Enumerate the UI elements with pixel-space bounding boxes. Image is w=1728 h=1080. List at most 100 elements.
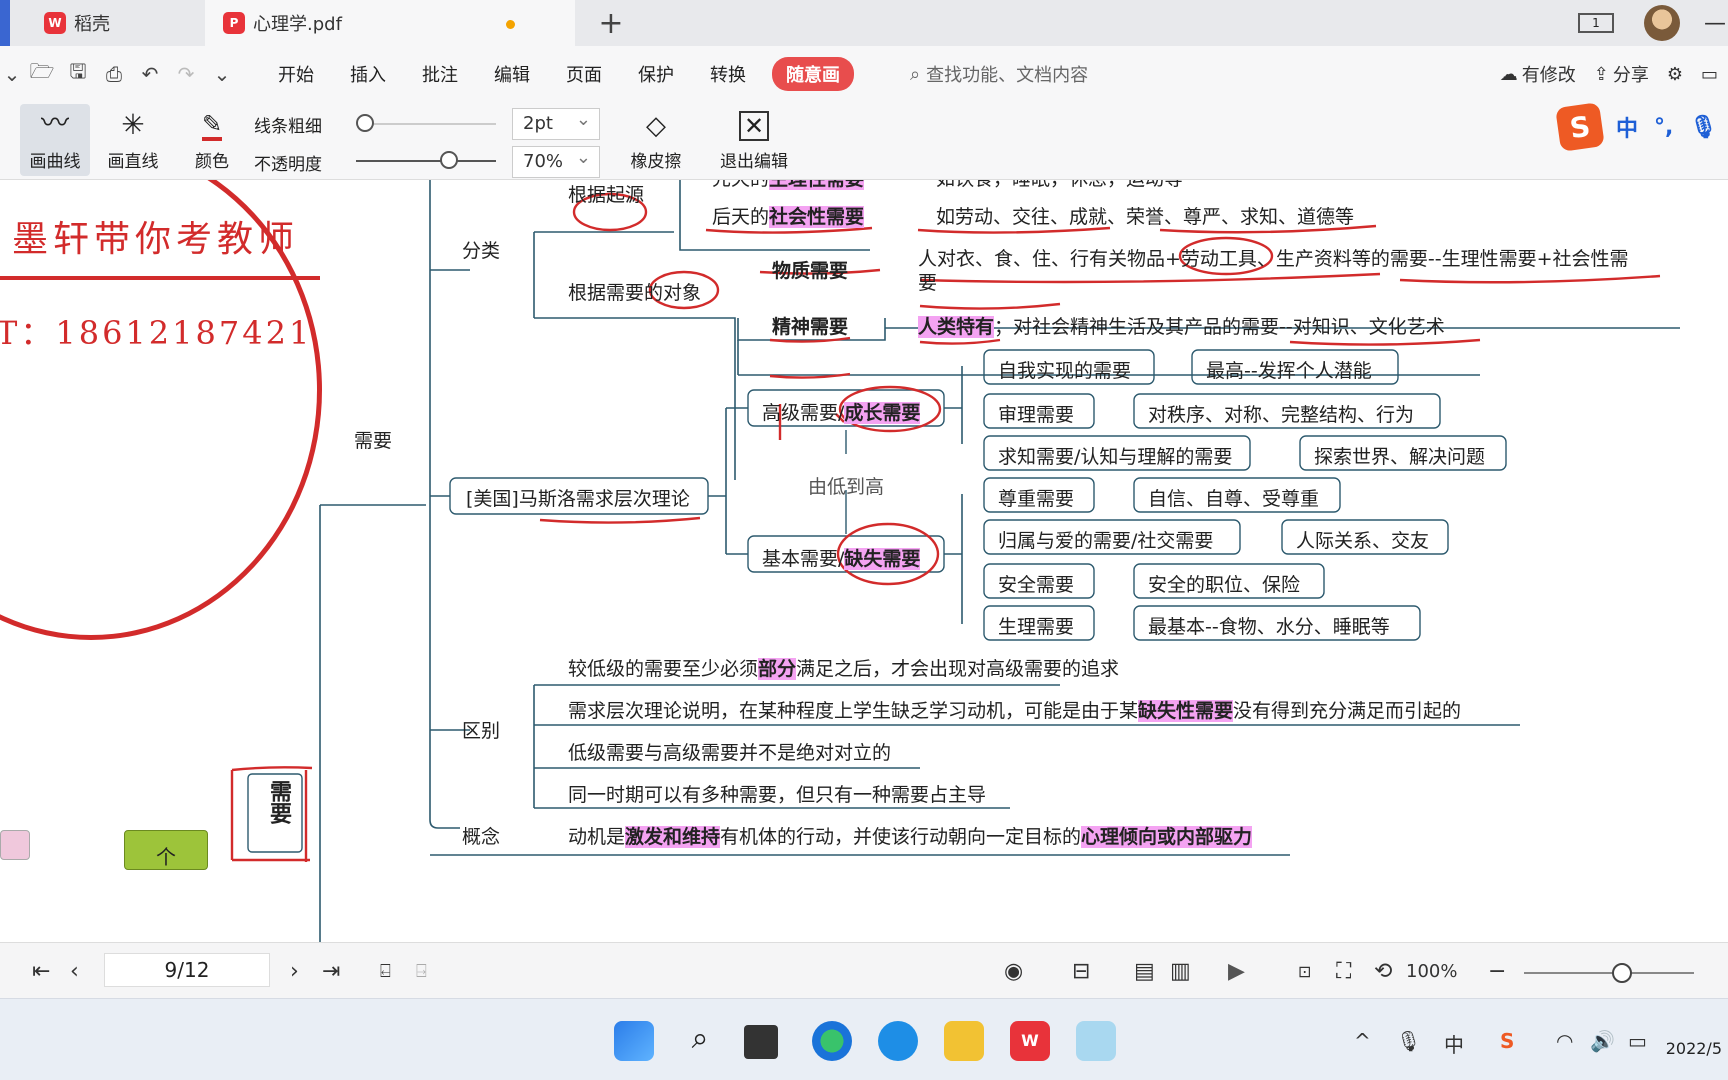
windows-start-icon[interactable] [614, 1021, 654, 1061]
more-chevron-icon[interactable]: ⌄ [204, 62, 240, 86]
open-folder-icon[interactable]: 🗁 [24, 57, 60, 91]
line-width-slider[interactable] [356, 123, 496, 125]
settings-icon[interactable]: ⚙ [1667, 64, 1683, 85]
modified-status[interactable]: 有修改 [1522, 61, 1576, 87]
curve-icon: 〰 [40, 106, 69, 139]
eraser-button[interactable]: ◇ 橡皮擦 [614, 104, 698, 176]
spiritual-node: 精神需要 [772, 316, 849, 338]
page-indicator[interactable]: 1 [1578, 13, 1614, 33]
by-origin-node: 根据起源 [568, 184, 645, 206]
prev-page-icon[interactable]: ‹ [70, 943, 79, 999]
ime-bar[interactable]: S 中 °, 🎙 [1555, 102, 1728, 152]
menu-protect[interactable]: 保护 [638, 61, 674, 87]
single-page-icon[interactable]: ▤ [1134, 943, 1155, 999]
last-page-icon[interactable]: ⇥ [322, 943, 340, 999]
fit-page-icon[interactable]: ⛶ [1336, 943, 1351, 999]
volume-icon[interactable]: 🔊 [1590, 1029, 1615, 1053]
pink-node [0, 830, 30, 860]
eraser-label: 橡皮擦 [630, 152, 682, 172]
menu-insert[interactable]: 插入 [350, 61, 386, 87]
search-box[interactable]: ⌕ 查找功能、文档内容 [910, 61, 1088, 87]
redo-icon[interactable]: ↷ [168, 62, 204, 86]
sogou-icon: S [1555, 102, 1605, 152]
first-page-icon[interactable]: ⇤ [32, 943, 50, 999]
punctuation-icon[interactable]: °, [1654, 115, 1673, 140]
ie-icon[interactable] [878, 1021, 918, 1061]
edge-icon[interactable] [812, 1021, 852, 1061]
close-box-icon: ✕ [739, 111, 769, 141]
line-width-knob[interactable] [356, 114, 374, 132]
chevron-up-icon[interactable]: ^ [1354, 1029, 1371, 1053]
menu-freehand[interactable]: 随意画 [772, 57, 854, 91]
live-app-icon[interactable] [1076, 1021, 1116, 1061]
clock[interactable]: 2022/5 [1666, 1039, 1722, 1058]
page-number-input[interactable]: 9/12 [104, 953, 270, 987]
tab-docer[interactable]: W 稻壳 [0, 0, 205, 46]
opacity-knob[interactable] [440, 151, 458, 169]
need-desc: 最基本--食物、水分、睡眠等 [1148, 616, 1390, 638]
need-name: 审理需要 [998, 404, 1075, 426]
task-view-icon[interactable] [744, 1025, 778, 1059]
zoom-out-icon[interactable]: − [1488, 943, 1506, 999]
draw-line-button[interactable]: ✳ 画直线 [100, 104, 166, 176]
print-icon[interactable]: ⎙ [96, 62, 132, 86]
battery-icon[interactable]: ▭ [1628, 1029, 1647, 1053]
need-name: 安全需要 [998, 574, 1075, 596]
mic-icon[interactable]: 🎙 [1396, 1029, 1421, 1053]
menu-start[interactable]: 开始 [278, 61, 314, 87]
opacity-select[interactable]: 70% [512, 143, 600, 178]
material-desc-1: 人对衣、食、住、行有关物品+劳动工具、生产资料等的需要--生理性需要+社会性需 [918, 248, 1629, 270]
actual-size-icon[interactable]: ⊡ [1298, 943, 1311, 999]
need-desc: 安全的职位、保险 [1148, 574, 1301, 596]
mic-icon[interactable]: 🎙 [1689, 115, 1717, 140]
rotate-icon[interactable]: ⟲ [1374, 943, 1392, 999]
chevron-down-icon[interactable]: ⌄ [0, 62, 24, 86]
color-label: 颜色 [195, 152, 229, 172]
minimize-button[interactable]: — [1704, 11, 1728, 36]
fit-width-icon[interactable]: ⊟ [1072, 943, 1090, 999]
double-page-icon[interactable]: ▥ [1170, 943, 1191, 999]
menu-page[interactable]: 页面 [566, 61, 602, 87]
eraser-icon: ◇ [646, 111, 666, 141]
comment-icon[interactable]: ▭ [1701, 64, 1718, 85]
tab-label: 稻壳 [74, 14, 110, 35]
document-view[interactable]: 墨轩带你考教师 T：18612187421 需要 分类 根据起源 先天的生理性需… [0, 180, 1728, 942]
sogou-tray-icon[interactable]: S [1500, 1029, 1514, 1053]
save-icon[interactable]: 🖫 [60, 57, 96, 91]
share-button[interactable]: 分享 [1613, 61, 1649, 87]
cloud-icon: ☁ [1499, 63, 1518, 85]
avatar[interactable] [1644, 5, 1680, 41]
acquired-desc: 如劳动、交往、成就、荣誉、尊严、求知、道德等 [936, 206, 1355, 228]
taskbar: ⌕ W ^ 🎙 中 S ◠ 🔊 ▭ 2022/5 [0, 998, 1728, 1080]
file-explorer-icon[interactable] [944, 1021, 984, 1061]
forward-icon[interactable]: ⍈ [416, 943, 427, 999]
exit-edit-button[interactable]: ✕ 退出编辑 [716, 104, 792, 176]
unsaved-dot-icon [506, 20, 515, 29]
new-tab-button[interactable]: + [596, 6, 626, 41]
draw-curve-button[interactable]: 〰 画曲线 [20, 104, 90, 176]
zoom-knob[interactable] [1612, 963, 1632, 983]
wps-icon[interactable]: W [1010, 1021, 1050, 1061]
line-width-select[interactable]: 2pt [512, 105, 600, 140]
zoom-slider[interactable] [1524, 972, 1694, 974]
status-bar: ⇤ ‹ 9/12 › ⇥ ⍇ ⍈ ◉ ⊟ ▤ ▥ ▶ ⊡ ⛶ ⟲ 100% − [0, 942, 1728, 998]
color-button[interactable]: ✎ 颜色 [182, 104, 242, 176]
eye-icon[interactable]: ◉ [1004, 943, 1023, 999]
zoom-level[interactable]: 100% [1406, 943, 1457, 999]
tray-lang[interactable]: 中 [1444, 1029, 1464, 1058]
tab-bar: W 稻壳 P 心理学.pdf + 1 — [0, 0, 1728, 46]
undo-icon[interactable]: ↶ [132, 62, 168, 86]
wifi-icon[interactable]: ◠ [1556, 1029, 1573, 1053]
next-page-icon[interactable]: › [290, 943, 299, 999]
search-icon[interactable]: ⌕ [680, 1021, 720, 1061]
menu-edit[interactable]: 编辑 [494, 61, 530, 87]
menu-annotate[interactable]: 批注 [422, 61, 458, 87]
opacity-slider[interactable] [356, 160, 496, 162]
tab-pdf[interactable]: P 心理学.pdf [205, 0, 575, 46]
ime-mode[interactable]: 中 [1616, 111, 1638, 143]
maslow-node: [美国]马斯洛需求层次理论 [466, 488, 690, 510]
menu-convert[interactable]: 转换 [710, 61, 746, 87]
exit-edit-label: 退出编辑 [720, 152, 788, 172]
play-icon[interactable]: ▶ [1228, 943, 1245, 999]
back-icon[interactable]: ⍇ [380, 943, 391, 999]
